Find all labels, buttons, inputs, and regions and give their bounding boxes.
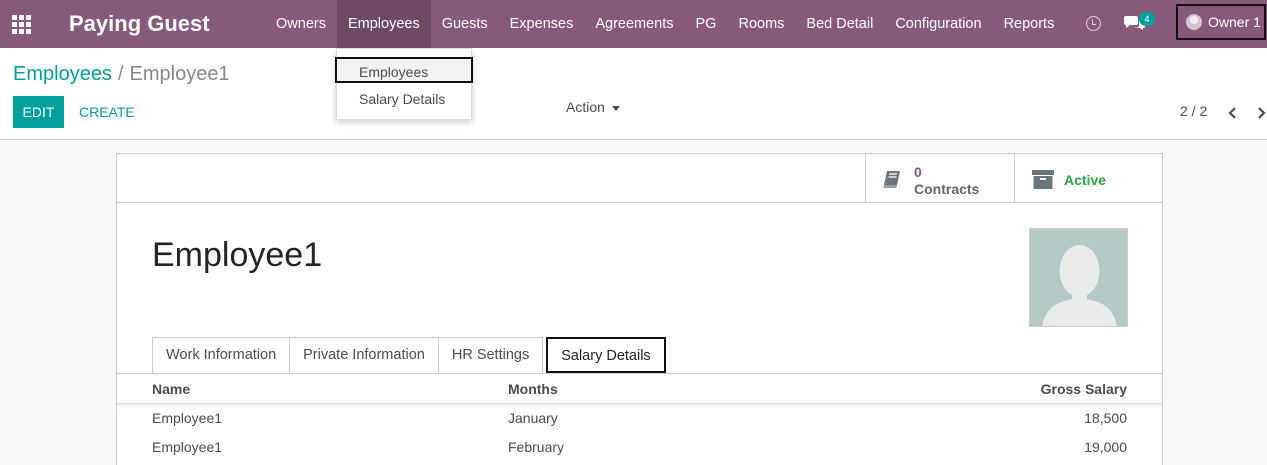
create-button[interactable]: CREATE (79, 96, 135, 128)
breadcrumb-separator: / (117, 63, 124, 85)
active-toggle-button[interactable]: Active (1014, 154, 1163, 202)
column-header-gross-salary[interactable]: Gross Salary (1041, 381, 1127, 397)
smart-button-box: 0 Contracts Active (117, 154, 1162, 203)
avatar (1186, 14, 1202, 30)
breadcrumb: Employees / Employee1 (13, 63, 230, 86)
pager-value[interactable]: 2 / 2 (1180, 103, 1207, 119)
user-menu[interactable]: Owner 1 (1176, 4, 1266, 40)
menu-guests[interactable]: Guests (431, 0, 499, 48)
column-header-months[interactable]: Months (508, 381, 558, 397)
app-brand[interactable]: Paying Guest (69, 11, 210, 37)
chevron-right-icon[interactable] (1253, 105, 1267, 121)
menu-pg[interactable]: PG (685, 0, 728, 48)
table-row[interactable]: Employee1 January 18,500 (117, 404, 1162, 433)
form-sheet: 0 Contracts Active Employee1 Work Inform… (116, 153, 1163, 465)
employee-photo[interactable] (1029, 228, 1128, 327)
cell-name: Employee1 (152, 439, 223, 455)
menu-configuration[interactable]: Configuration (884, 0, 992, 48)
edit-button[interactable]: EDIT (13, 96, 64, 128)
menu-expenses[interactable]: Expenses (499, 0, 585, 48)
top-navbar: Paying Guest Owners Employees Guests Exp… (0, 0, 1267, 48)
cell-month: February (508, 439, 565, 455)
control-panel: Employees / Employee1 EDIT CREATE Action 2… (0, 48, 1267, 140)
action-dropdown[interactable]: Action (566, 99, 620, 115)
menu-reports[interactable]: Reports (993, 0, 1066, 48)
cell-month: January (508, 410, 558, 426)
tab-salary-details[interactable]: Salary Details (546, 337, 666, 373)
archive-box-icon (1032, 170, 1054, 189)
breadcrumb-current: Employee1 (129, 63, 230, 85)
book-icon (883, 171, 900, 188)
active-status-label: Active (1064, 172, 1107, 188)
chevron-left-icon[interactable] (1225, 105, 1241, 121)
activity-clock-icon[interactable] (1086, 16, 1101, 31)
main-menu: Owners Employees Guests Expenses Agreeme… (265, 0, 1065, 48)
menu-employees[interactable]: Employees (336, 0, 431, 48)
contracts-smart-button[interactable]: 0 Contracts (865, 154, 1014, 202)
form-tabs: Work Information Private Information HR … (152, 337, 666, 373)
dropdown-item-employees[interactable]: Employees (335, 57, 473, 83)
employees-dropdown: Employees Salary Details (335, 48, 473, 120)
employee-name-title: Employee1 (152, 236, 323, 274)
caret-down-icon (611, 105, 620, 111)
tab-hr-settings[interactable]: HR Settings (437, 337, 544, 373)
menu-bed-detail[interactable]: Bed Detail (795, 0, 884, 48)
table-row[interactable]: Employee1 February 19,000 (117, 433, 1162, 462)
cell-name: Employee1 (152, 410, 223, 426)
menu-owners[interactable]: Owners (265, 0, 337, 48)
contracts-count: 0 (914, 164, 922, 180)
menu-agreements[interactable]: Agreements (584, 0, 684, 48)
column-header-name[interactable]: Name (152, 381, 190, 397)
contracts-label: Contracts (914, 181, 980, 197)
tab-private-information[interactable]: Private Information (289, 337, 439, 373)
chat-count-badge: 4 (1139, 12, 1155, 26)
tab-work-information[interactable]: Work Information (152, 337, 291, 373)
apps-grid-icon[interactable] (12, 15, 32, 34)
cell-gross-salary: 18,500 (1084, 410, 1127, 426)
breadcrumb-employees-link[interactable]: Employees (13, 63, 112, 85)
action-label: Action (566, 99, 605, 115)
cell-gross-salary: 19,000 (1084, 439, 1127, 455)
avatar-placeholder-icon (1030, 229, 1127, 326)
menu-rooms[interactable]: Rooms (727, 0, 795, 48)
table-header: Name Months Gross Salary (117, 374, 1162, 404)
user-name: Owner 1 (1208, 14, 1261, 30)
dropdown-item-salary-details[interactable]: Salary Details (337, 86, 471, 112)
